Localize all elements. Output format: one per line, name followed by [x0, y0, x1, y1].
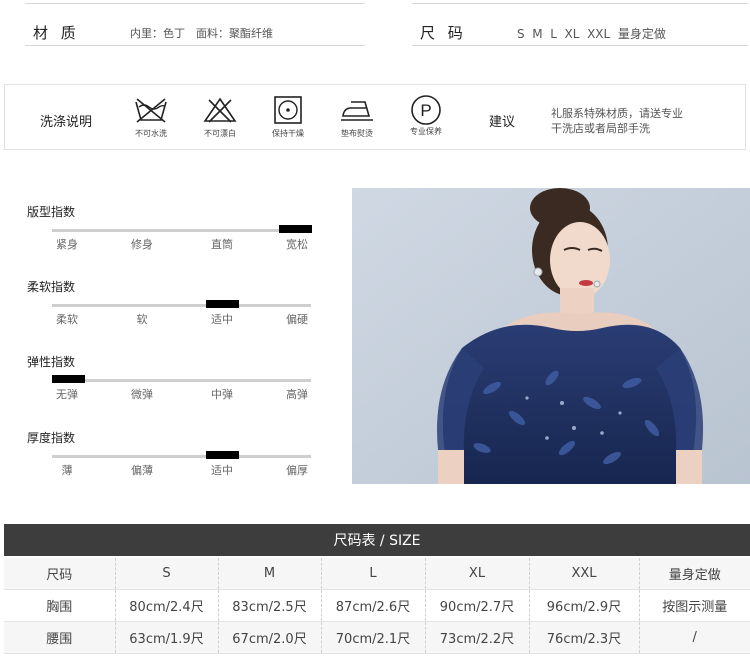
model-photo [352, 188, 750, 484]
suggest-label: 建议 [489, 115, 516, 130]
table-cell: 87cm/2.6尺 [321, 589, 426, 622]
table-cell: 腰围 [4, 621, 116, 654]
suggest-text: 礼服系特殊材质，请送专业 干洗店或者局部手洗 [551, 106, 683, 136]
table-cell: L [321, 558, 426, 590]
material-value: 内里：色丁 面料：聚酯纤维 [130, 27, 273, 40]
suggest-text-line-1: 礼服系特殊材质，请送专业 [551, 107, 683, 120]
svg-text:P: P [420, 101, 431, 120]
care-item-no-water-wash: 不可水洗 [121, 96, 181, 139]
table-cell: XXL [529, 558, 640, 590]
care-caption: 保持干燥 [272, 129, 304, 138]
care-caption: 不可水洗 [135, 129, 167, 138]
table-cell: M [218, 558, 322, 590]
index-label: 软 [136, 313, 148, 326]
material-label: 材 质 [33, 24, 80, 42]
index-title: 版型指数 [27, 205, 76, 219]
index-track [52, 304, 311, 307]
care-caption: 专业保养 [410, 127, 442, 136]
table-row: 尺码 S M L XL XXL 量身定做 [4, 558, 750, 590]
index-label: 宽松 [286, 238, 308, 251]
index-track [52, 455, 311, 458]
index-label: 中弹 [211, 388, 233, 401]
index-label: 适中 [211, 313, 233, 326]
table-cell: 胸围 [4, 589, 116, 622]
index-title: 弹性指数 [27, 355, 76, 369]
table-cell: 90cm/2.7尺 [425, 589, 530, 622]
index-title: 厚度指数 [27, 431, 76, 445]
suggest-text-line-2: 干洗店或者局部手洗 [551, 122, 650, 135]
index-marker [279, 225, 312, 233]
index-label: 无弹 [56, 388, 78, 401]
index-marker [206, 300, 239, 308]
size-table: 尺码 S M L XL XXL 量身定做 胸围 80cm/2.4尺 83cm/2.5尺 87cm/2… [4, 558, 750, 654]
iron-with-cloth-icon [341, 101, 373, 121]
table-cell: 73cm/2.2尺 [425, 621, 530, 654]
professional-care-icon: P [411, 95, 441, 125]
index-track [52, 229, 311, 232]
index-label: 偏厚 [286, 464, 308, 477]
size-table-header: 尺码表 / SIZE [4, 524, 750, 556]
care-item-tumble-dry: 保持干燥 [258, 96, 318, 139]
index-marker [206, 451, 239, 459]
index-label: 修身 [131, 238, 153, 251]
table-cell: 尺码 [4, 558, 116, 590]
table-cell: 63cm/1.9尺 [115, 621, 219, 654]
table-cell: 80cm/2.4尺 [115, 589, 219, 622]
no-bleach-icon [203, 97, 237, 123]
table-cell: 70cm/2.1尺 [321, 621, 426, 654]
index-label: 微弹 [131, 388, 153, 401]
table-cell: / [639, 621, 750, 654]
care-caption: 垫布熨烫 [341, 129, 373, 138]
no-water-wash-icon [135, 98, 167, 123]
table-cell: S [115, 558, 219, 590]
index-label: 紧身 [56, 238, 78, 251]
size-divider [412, 45, 748, 46]
index-title: 柔软指数 [27, 280, 76, 294]
table-cell: 按图示测量 [639, 589, 750, 622]
care-item-professional-care: P 专业保养 [396, 94, 456, 137]
index-label: 适中 [211, 464, 233, 477]
table-cell: XL [425, 558, 530, 590]
care-caption: 不可漂白 [204, 129, 236, 138]
care-title: 洗涤说明 [40, 115, 93, 130]
table-cell: 96cm/2.9尺 [529, 589, 640, 622]
table-cell: 76cm/2.3尺 [529, 621, 640, 654]
index-label: 偏薄 [131, 464, 153, 477]
table-cell: 67cm/2.0尺 [218, 621, 322, 654]
table-row: 腰围 63cm/1.9尺 67cm/2.0尺 70cm/2.1尺 73cm/2.2尺 76… [4, 621, 750, 654]
index-label: 偏硬 [286, 313, 308, 326]
index-track [52, 379, 311, 382]
table-row: 胸围 80cm/2.4尺 83cm/2.5尺 87cm/2.6尺 90cm/2.7尺 96… [4, 589, 750, 622]
material-divider [25, 45, 365, 46]
size-label: 尺 码 [420, 24, 467, 42]
index-label: 高弹 [286, 388, 308, 401]
top-divider-right [412, 3, 748, 4]
table-cell: 量身定做 [639, 558, 750, 590]
tumble-dry-icon [274, 96, 302, 124]
care-item-no-bleach: 不可漂白 [190, 96, 250, 139]
size-value: S M L XL XXL 量身定做 [517, 27, 666, 41]
index-label: 直筒 [211, 238, 233, 251]
table-cell: 83cm/2.5尺 [218, 589, 322, 622]
care-item-iron-with-cloth: 垫布熨烫 [327, 96, 387, 139]
index-label: 柔软 [56, 313, 78, 326]
index-label: 薄 [61, 464, 73, 477]
top-divider-left [25, 3, 365, 4]
index-marker [52, 375, 85, 383]
